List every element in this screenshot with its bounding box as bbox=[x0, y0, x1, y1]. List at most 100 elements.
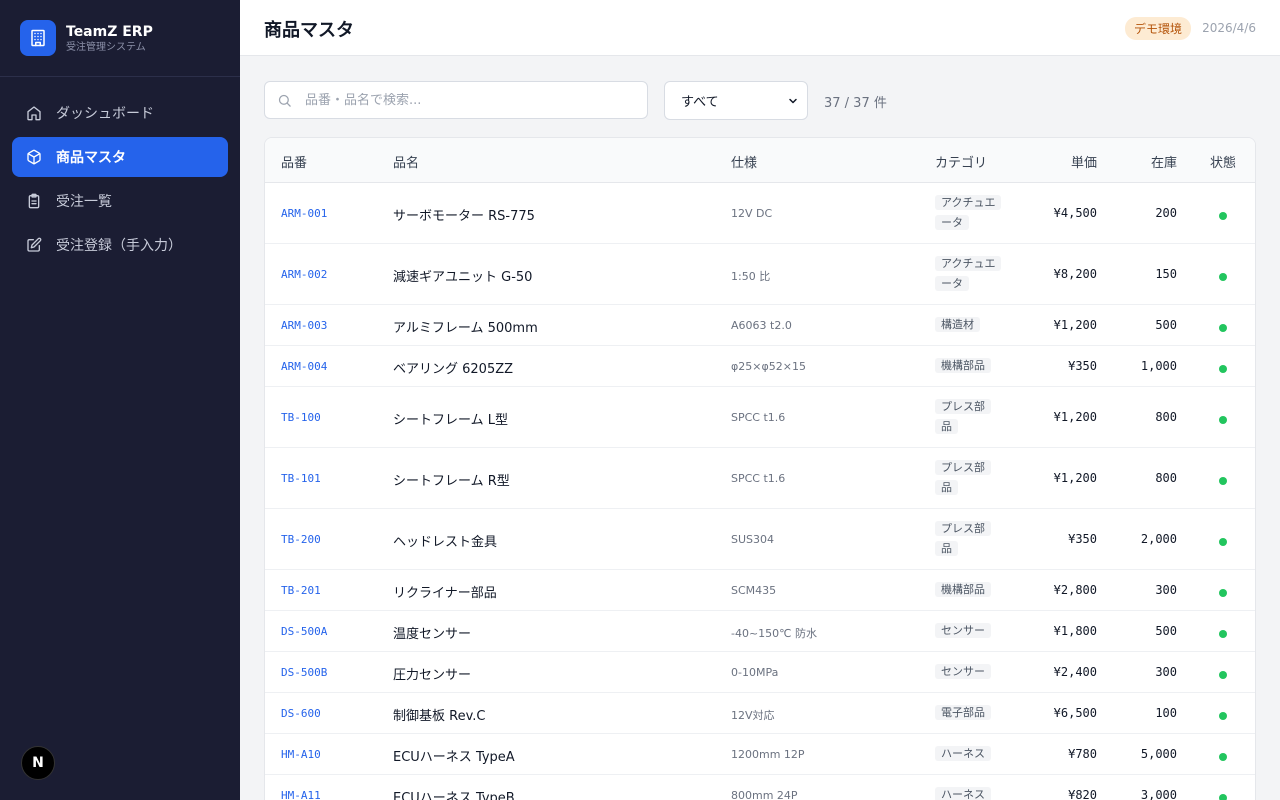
table-row[interactable]: ARM-002 減速ギアユニット G-50 1:50 比 アクチュエータ ¥8,200 1… bbox=[265, 244, 1255, 305]
category-tag: プレス部品 bbox=[935, 458, 997, 498]
table-row[interactable]: ARM-003 アルミフレーム 500mm A6063 t2.0 構造材 ¥1,200 5… bbox=[265, 305, 1255, 346]
page-header: 商品マスタ デモ環境 2026/4/6 bbox=[240, 0, 1280, 56]
status-dot bbox=[1219, 476, 1227, 485]
table-row[interactable]: DS-600 制御基板 Rev.C 12V対応 電子部品 ¥6,500 100 bbox=[265, 693, 1255, 734]
product-code-link[interactable]: DS-500A bbox=[281, 625, 327, 638]
clipboard-icon bbox=[26, 193, 42, 209]
home-icon bbox=[26, 105, 42, 121]
product-spec: 12V DC bbox=[731, 206, 773, 220]
table-row[interactable]: HM-A10 ECUハーネス TypeA 1200mm 12P ハーネス ¥780 5,0… bbox=[265, 734, 1255, 775]
product-code-link[interactable]: ARM-002 bbox=[281, 268, 327, 281]
product-spec: SPCC t1.6 bbox=[731, 471, 786, 485]
category-label: プレス部品 bbox=[935, 399, 991, 434]
product-code-link[interactable]: TB-200 bbox=[281, 533, 321, 546]
product-code-link[interactable]: HM-A10 bbox=[281, 748, 321, 761]
column-header-category[interactable]: カテゴリ bbox=[935, 152, 987, 171]
product-name: 温度センサー bbox=[393, 626, 472, 642]
search-box bbox=[264, 81, 648, 119]
dev-tools-badge[interactable]: N bbox=[21, 746, 55, 780]
result-count: 37 / 37 件 bbox=[824, 96, 887, 111]
column-header-spec[interactable]: 仕様 bbox=[731, 152, 757, 171]
category-tag: 電子部品 bbox=[935, 703, 997, 723]
unit-price: ¥350 bbox=[1068, 531, 1097, 546]
category-label: 電子部品 bbox=[935, 705, 991, 720]
product-code-link[interactable]: TB-100 bbox=[281, 411, 321, 424]
sidebar: TeamZ ERP 受注管理システム ダッシュボード 商品マスタ 受注一覧 受注… bbox=[0, 0, 240, 800]
table-row[interactable]: DS-500B 圧力センサー 0-10MPa センサー ¥2,400 300 bbox=[265, 652, 1255, 693]
product-spec: -40~150℃ 防水 bbox=[731, 626, 818, 640]
table-row[interactable]: ARM-004 ベアリング 6205ZZ φ25×φ52×15 機構部品 ¥350 1,0… bbox=[265, 346, 1255, 387]
product-code-link[interactable]: DS-600 bbox=[281, 707, 321, 720]
product-code-link[interactable]: HM-A11 bbox=[281, 789, 321, 800]
category-filter-select[interactable]: すべて bbox=[664, 81, 808, 120]
product-spec: 800mm 24P bbox=[731, 788, 798, 800]
sidebar-item-label: 受注登録（手入力） bbox=[56, 238, 182, 254]
stock-qty: 5,000 bbox=[1140, 746, 1177, 761]
stock-qty: 300 bbox=[1155, 582, 1177, 597]
column-header-name[interactable]: 品名 bbox=[393, 152, 419, 171]
status-dot bbox=[1219, 537, 1227, 546]
product-name: ECUハーネス TypeB bbox=[393, 790, 515, 800]
product-spec: φ25×φ52×15 bbox=[731, 359, 806, 373]
search-input[interactable] bbox=[305, 92, 635, 108]
product-code-link[interactable]: TB-101 bbox=[281, 472, 321, 485]
stock-qty: 2,000 bbox=[1140, 531, 1177, 546]
unit-price: ¥1,800 bbox=[1053, 623, 1097, 638]
sidebar-item-orders[interactable]: 受注一覧 bbox=[12, 181, 228, 221]
table-row[interactable]: TB-101 シートフレーム R型 SPCC t1.6 プレス部品 ¥1,200 800 bbox=[265, 448, 1255, 509]
product-spec: SPCC t1.6 bbox=[731, 410, 786, 424]
product-spec: A6063 t2.0 bbox=[731, 318, 792, 332]
sidebar-nav: ダッシュボード 商品マスタ 受注一覧 受注登録（手入力） bbox=[0, 77, 240, 265]
status-dot bbox=[1219, 670, 1227, 679]
stock-qty: 200 bbox=[1155, 205, 1177, 220]
table-row[interactable]: HM-A11 ECUハーネス TypeB 800mm 24P ハーネス ¥820 3,00… bbox=[265, 775, 1255, 800]
column-header-price[interactable]: 単価 bbox=[1071, 152, 1097, 171]
sidebar-item-label: 商品マスタ bbox=[56, 150, 126, 166]
unit-price: ¥820 bbox=[1068, 787, 1097, 800]
sidebar-item-order-entry[interactable]: 受注登録（手入力） bbox=[12, 225, 228, 265]
product-name: リクライナー部品 bbox=[393, 585, 497, 601]
category-tag: センサー bbox=[935, 621, 997, 641]
unit-price: ¥1,200 bbox=[1053, 317, 1097, 332]
env-badge: デモ環境 bbox=[1124, 17, 1191, 40]
table-row[interactable]: TB-201 リクライナー部品 SCM435 機構部品 ¥2,800 300 bbox=[265, 570, 1255, 611]
product-code-link[interactable]: ARM-004 bbox=[281, 360, 327, 373]
app-name: TeamZ ERP bbox=[66, 23, 153, 40]
status-dot bbox=[1219, 629, 1227, 638]
page-title: 商品マスタ bbox=[264, 20, 354, 41]
category-tag: ハーネス bbox=[935, 744, 997, 764]
table-row[interactable]: TB-200 ヘッドレスト金具 SUS304 プレス部品 ¥350 2,000 bbox=[265, 509, 1255, 570]
status-dot bbox=[1219, 211, 1227, 220]
products-table: 品番 品名 仕様 カテゴリ 単価 在庫 状態 ARM-001 サーボモーター RS… bbox=[264, 137, 1256, 800]
current-date: 2026/4/6 bbox=[1202, 21, 1256, 35]
table-row[interactable]: ARM-001 サーボモーター RS-775 12V DC アクチュエータ ¥4,500… bbox=[265, 183, 1255, 244]
product-code-link[interactable]: DS-500B bbox=[281, 666, 327, 679]
unit-price: ¥1,200 bbox=[1053, 409, 1097, 424]
product-name: 減速ギアユニット G-50 bbox=[393, 269, 533, 285]
category-label: アクチュエータ bbox=[935, 256, 1002, 291]
column-header-stock[interactable]: 在庫 bbox=[1151, 152, 1177, 171]
sidebar-item-products[interactable]: 商品マスタ bbox=[12, 137, 228, 177]
unit-price: ¥6,500 bbox=[1053, 705, 1097, 720]
product-name: 圧力センサー bbox=[393, 667, 472, 683]
category-tag: 機構部品 bbox=[935, 356, 997, 376]
category-tag: ハーネス bbox=[935, 785, 997, 800]
product-code-link[interactable]: ARM-001 bbox=[281, 207, 327, 220]
product-name: ベアリング 6205ZZ bbox=[393, 361, 514, 377]
product-name: サーボモーター RS-775 bbox=[393, 208, 535, 224]
category-label: センサー bbox=[935, 623, 991, 638]
stock-qty: 150 bbox=[1155, 266, 1177, 281]
category-label: プレス部品 bbox=[935, 460, 991, 495]
product-spec: 12V対応 bbox=[731, 708, 775, 722]
sidebar-item-dashboard[interactable]: ダッシュボード bbox=[12, 93, 228, 133]
stock-qty: 800 bbox=[1155, 470, 1177, 485]
column-header-code[interactable]: 品番 bbox=[281, 152, 307, 171]
chevron-down-icon bbox=[787, 95, 799, 111]
product-code-link[interactable]: ARM-003 bbox=[281, 319, 327, 332]
product-name: シートフレーム R型 bbox=[393, 473, 510, 489]
table-row[interactable]: TB-100 シートフレーム L型 SPCC t1.6 プレス部品 ¥1,200 800 bbox=[265, 387, 1255, 448]
category-label: 機構部品 bbox=[935, 358, 991, 373]
column-header-status[interactable]: 状態 bbox=[1210, 152, 1236, 171]
table-row[interactable]: DS-500A 温度センサー -40~150℃ 防水 センサー ¥1,800 500 bbox=[265, 611, 1255, 652]
product-code-link[interactable]: TB-201 bbox=[281, 584, 321, 597]
